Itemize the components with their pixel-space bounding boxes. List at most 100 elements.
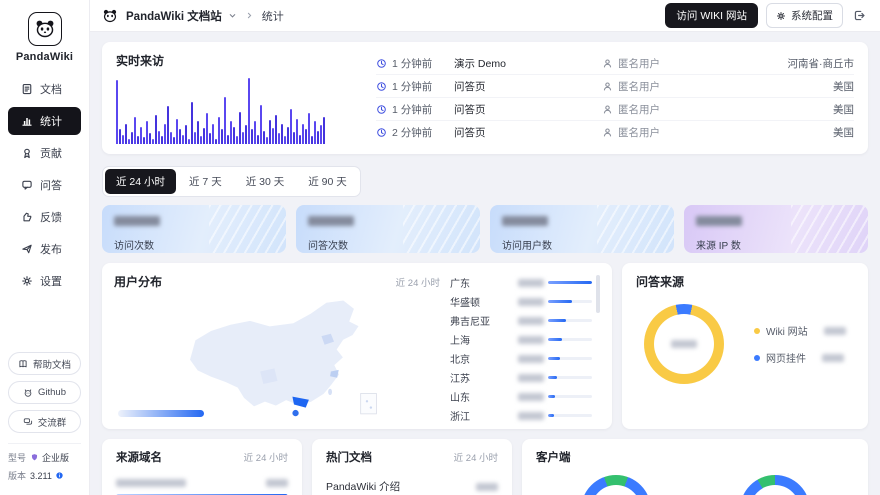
visit-user: 匿名用户: [602, 56, 714, 71]
hot-doc-name[interactable]: PandaWiki 介绍: [326, 479, 400, 494]
region-bar: [548, 281, 592, 284]
system-config-button[interactable]: 系统配置: [766, 3, 843, 28]
stat-card-source-ip: 来源 IP 数: [684, 205, 868, 253]
visit-page: 演示 Demo: [454, 56, 602, 71]
panda-logo: [28, 12, 62, 46]
chart-bar: [293, 132, 295, 144]
chat-icon: [23, 417, 33, 427]
chart-bar: [242, 132, 244, 144]
visit-row: 1 分钟前演示 Demo匿名用户河南省·商丘市: [376, 52, 854, 75]
shield-icon: [30, 453, 39, 462]
visit-user: 匿名用户: [602, 79, 714, 94]
region-list-scrollbar[interactable]: [596, 275, 600, 313]
region-bar: [548, 319, 592, 322]
chart-bar: [137, 136, 139, 144]
chart-bar: [248, 78, 250, 144]
visit-time: 1 分钟前: [376, 56, 454, 71]
panda-icon: [34, 18, 56, 40]
chart-bar: [266, 137, 268, 144]
region-name: 浙江: [450, 408, 518, 423]
sidebar-item-stats[interactable]: 统计: [8, 107, 81, 135]
clock-icon: [376, 127, 387, 138]
visit-time: 1 分钟前: [376, 79, 454, 94]
hot-docs-period: 近 24 小时: [454, 450, 498, 464]
sidebar-item-label: 贡献: [40, 145, 62, 161]
bar-chart-icon: [21, 115, 33, 127]
chart-bar: [245, 125, 247, 144]
region-row: 弗吉尼亚: [450, 311, 592, 330]
legend-label: 网页挂件: [766, 350, 806, 365]
chart-bar: [305, 129, 307, 144]
chart-bar: [236, 136, 238, 144]
breadcrumb-section: 统计: [262, 8, 284, 24]
chart-bar: [320, 125, 322, 144]
region-bar: [548, 414, 592, 417]
github-link[interactable]: Github: [8, 381, 81, 404]
help-docs-link[interactable]: 帮助文档: [8, 352, 81, 375]
hot-docs-card: 热门文档 近 24 小时 PandaWiki 介绍: [312, 439, 512, 495]
chart-bar: [134, 117, 136, 144]
chart-bar: [140, 127, 142, 144]
visit-location: 美国: [714, 125, 854, 140]
legend-label: Wiki 网站: [766, 323, 808, 338]
visit-row: 1 分钟前问答页匿名用户美国: [376, 75, 854, 98]
sidebar-item-publish[interactable]: 发布: [8, 235, 81, 263]
sidebar-item-settings[interactable]: 设置: [8, 267, 81, 295]
visit-time: 1 分钟前: [376, 102, 454, 117]
settings-icon: [21, 275, 33, 287]
chart-bar: [260, 105, 262, 144]
chart-bar: [164, 124, 166, 144]
sidebar-item-label: 文档: [40, 81, 62, 97]
chart-bar: [284, 136, 286, 144]
qa-icon: [21, 179, 33, 191]
region-row: 华盛顿: [450, 292, 592, 311]
visit-page: 问答页: [454, 102, 602, 117]
visit-row: 1 分钟前问答页匿名用户美国: [376, 98, 854, 121]
sidebar-item-qa[interactable]: 问答: [8, 171, 81, 199]
qa-source-legend: Wiki 网站 网页挂件: [754, 323, 846, 365]
chat-group-link[interactable]: 交流群: [8, 410, 81, 433]
hot-docs-title: 热门文档: [326, 449, 372, 465]
sidebar-item-feedback[interactable]: 反馈: [8, 203, 81, 231]
realtime-visits-card: 实时来访 1 分钟前演示 Demo匿名用户河南省·商丘市1 分钟前问答页匿名用户…: [102, 42, 868, 154]
visit-location: 河南省·商丘市: [714, 56, 854, 71]
chart-bar: [296, 119, 298, 144]
publish-icon: [21, 243, 33, 255]
logout-icon[interactable]: [851, 7, 868, 24]
info-icon[interactable]: [55, 471, 64, 480]
sidebar-item-contribution[interactable]: 贡献: [8, 139, 81, 167]
visit-wiki-button[interactable]: 访问 WIKI 网站: [665, 3, 758, 28]
region-list: 广东华盛顿弗吉尼亚上海北京江苏山东浙江: [450, 273, 600, 419]
sidebar-item-docs[interactable]: 文档: [8, 75, 81, 103]
region-value-redacted: [518, 355, 544, 363]
stat-label: 来源 IP 数: [696, 237, 856, 252]
tab-24h[interactable]: 近 24 小时: [105, 169, 176, 194]
chart-bar: [176, 119, 178, 144]
user-icon: [602, 81, 613, 92]
sidebar-item-label: 问答: [40, 177, 62, 193]
legend-dot-yellow: [754, 328, 760, 334]
region-value-redacted: [518, 336, 544, 344]
tab-90d[interactable]: 近 90 天: [297, 169, 358, 194]
stat-value-redacted: [502, 216, 548, 226]
chart-bar: [254, 121, 256, 144]
source-domain-card: 来源域名 近 24 小时: [102, 439, 302, 495]
visit-time: 2 分钟前: [376, 125, 454, 140]
tab-7d[interactable]: 近 7 天: [178, 169, 233, 194]
region-bar: [548, 395, 592, 398]
distribution-title: 用户分布: [114, 273, 162, 290]
site-selector[interactable]: PandaWiki 文档站: [126, 8, 237, 24]
version-label: 版本: [8, 469, 26, 482]
chart-bar: [179, 129, 181, 144]
chart-bar: [311, 136, 313, 144]
stat-card-users: 访问用户数: [490, 205, 674, 253]
map-color-legend: [118, 410, 204, 417]
dashboard-content: 实时来访 1 分钟前演示 Demo匿名用户河南省·商丘市1 分钟前问答页匿名用户…: [90, 32, 880, 495]
chart-bar: [269, 120, 271, 144]
chart-bar: [116, 80, 118, 144]
tab-30d[interactable]: 近 30 天: [235, 169, 296, 194]
chart-bar: [275, 115, 277, 144]
stat-value-redacted: [696, 216, 742, 226]
client-donut-chart-1: [581, 475, 651, 495]
region-bar: [548, 376, 592, 379]
